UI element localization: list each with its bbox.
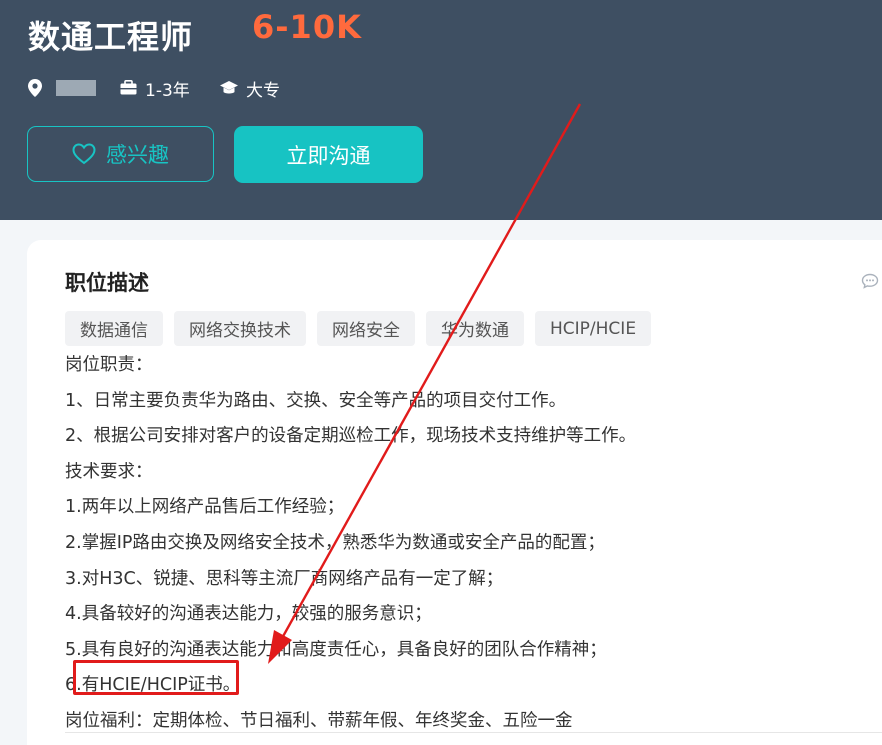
skill-tag[interactable]: 网络安全 <box>317 311 415 346</box>
job-experience: 1-3年 <box>120 76 190 101</box>
skill-tag[interactable]: HCIP/HCIE <box>535 311 652 346</box>
skill-tag[interactable]: 网络交换技术 <box>174 311 306 346</box>
salary-range: 6-10K <box>252 8 362 46</box>
annotation-highlight-box <box>73 660 239 695</box>
location-redacted <box>56 80 96 96</box>
interest-button[interactable]: 感兴趣 <box>27 126 214 182</box>
description-line: 1.两年以上网络产品售后工作经验； <box>65 497 345 518</box>
skill-tag[interactable]: 数据通信 <box>65 311 163 346</box>
job-education: 大专 <box>220 76 280 101</box>
heart-outline-icon <box>72 143 96 165</box>
chat-now-button[interactable]: 立即沟通 <box>234 126 423 183</box>
job-title: 数通工程师 <box>28 18 194 56</box>
skill-tag[interactable]: 华为数通 <box>426 311 524 346</box>
job-location <box>28 76 96 100</box>
description-line: 4.具备较好的沟通表达能力，较强的服务意识； <box>65 604 432 625</box>
section-title: 职位描述 <box>65 271 149 295</box>
job-header: 数通工程师 6-10K 1-3年 大专 感兴趣 立即沟通 <box>0 0 882 220</box>
experience-text: 1-3年 <box>145 80 190 101</box>
description-line: 3.对H3C、锐捷、思科等主流厂商网络产品有一定了解； <box>65 568 504 589</box>
description-line: 岗位福利：定期体检、节日福利、带薪年假、年终奖金、五险一金 <box>65 710 573 731</box>
description-line: 2.掌握IP路由交换及网络安全技术，熟悉华为数通或安全产品的配置； <box>65 532 605 553</box>
location-pin-icon <box>28 79 42 97</box>
graduation-cap-icon <box>220 81 238 94</box>
description-line: 技术要求： <box>65 461 153 482</box>
skill-tags: 数据通信 网络交换技术 网络安全 华为数通 HCIP/HCIE <box>65 311 662 346</box>
chat-bubble-icon[interactable] <box>861 273 879 293</box>
interest-button-label: 感兴趣 <box>106 143 169 167</box>
divider <box>65 732 882 733</box>
description-line: 岗位职责： <box>65 355 153 375</box>
description-line: 1、日常主要负责华为路由、交换、安全等产品的项目交付工作。 <box>65 390 567 411</box>
briefcase-icon <box>120 80 137 95</box>
education-text: 大专 <box>246 80 280 101</box>
description-line: 2、根据公司安排对客户的设备定期巡检工作，现场技术支持维护等工作。 <box>65 426 637 447</box>
